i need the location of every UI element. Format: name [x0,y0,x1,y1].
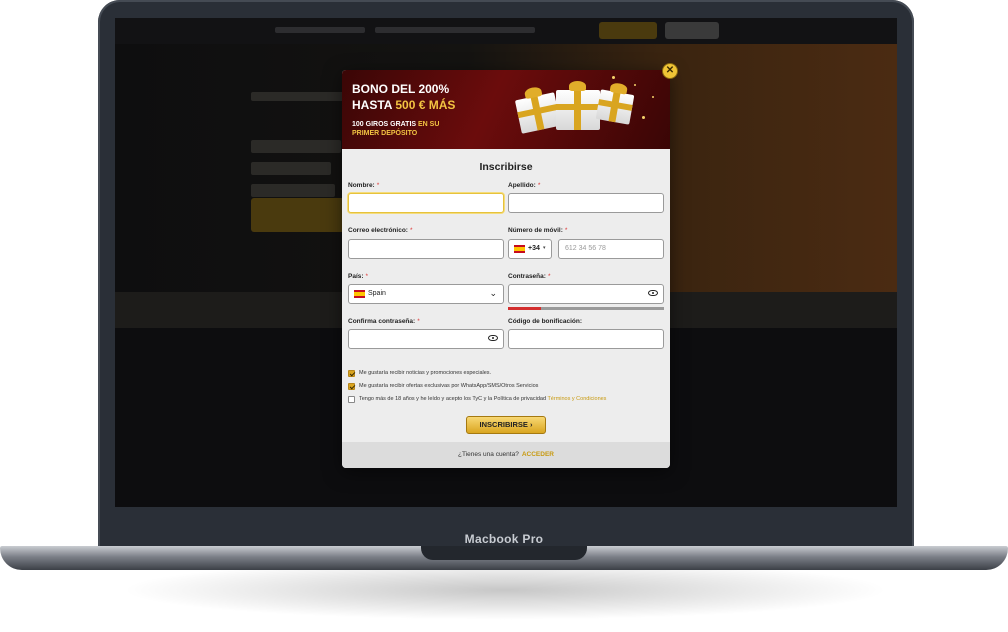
eye-icon[interactable] [648,290,658,296]
country-value: Spain [368,290,386,297]
spain-flag-icon [354,290,365,298]
terms-link[interactable]: Términos y Condiciones [547,396,606,402]
terms-text: Tengo más de 18 años y he leído y acepto… [359,396,548,402]
device-label: Macbook Pro [464,532,544,546]
promo-line-2: HASTA 500 € MÁS [352,98,455,112]
confirm-password-input[interactable] [348,329,504,349]
signup-modal: BONO DEL 200% HASTA 500 € MÁS 100 GIROS … [342,63,678,468]
bonus-code-label: Código de bonificación: [508,318,583,325]
newsletter-checkbox[interactable] [348,370,355,377]
confirm-password-label: Confirma contraseña: * [348,318,420,325]
nombre-label-text: Nombre: [348,182,375,189]
country-code-value: +34 [528,245,540,252]
password-strength-fill [508,307,541,310]
apellido-label-text: Apellido: [508,182,536,189]
whatsapp-offers-checkbox-label: Me gustaría recibir ofertas exclusivas p… [359,383,539,389]
have-account-text: ¿Tienes una cuenta? [458,451,519,458]
hero-text-placeholder [251,92,351,101]
form-title: Inscribirse [479,161,533,173]
apellido-input[interactable] [508,193,664,213]
promo-line-2-prefix: HASTA [352,98,396,112]
login-footer: ¿Tienes una cuenta? ACCEDER [342,442,670,468]
promo-banner: BONO DEL 200% HASTA 500 € MÁS 100 GIROS … [342,70,670,149]
required-mark: * [564,227,568,234]
submit-label: INSCRIBIRSE [479,420,528,429]
country-label: País: * [348,273,368,280]
email-label-text: Correo electrónico: [348,227,408,234]
password-strength-bar [508,307,664,310]
chevron-down-icon: ▾ [543,245,546,251]
promo-line-4: PRIMER DEPÓSITO [352,130,418,137]
login-link[interactable]: ACCEDER [522,451,554,458]
hero-text-placeholder [251,162,331,175]
sparkle-icon [652,96,654,98]
nombre-label: Nombre: * [348,182,379,189]
email-label: Correo electrónico: * [348,227,413,234]
mobile-label-text: Número de móvil: [508,227,563,234]
sparkle-icon [642,116,645,119]
nav-button-placeholder [665,22,719,39]
bonus-code-input[interactable] [508,329,664,349]
password-label: Contraseña: * [508,273,550,280]
required-mark: * [417,318,420,325]
chevron-right-icon: › [529,420,533,429]
promo-line-1: BONO DEL 200% [352,82,450,96]
promo-line-3: 100 GIROS GRATIS EN SU [352,121,439,128]
country-label-text: País: [348,273,364,280]
phone-input[interactable]: 612 34 56 78 [558,239,664,259]
required-mark: * [547,273,551,280]
close-icon[interactable]: ✕ [662,63,678,79]
gift-icon [595,81,635,125]
newsletter-checkbox-label: Me gustaría recibir noticias y promocion… [359,370,492,376]
signup-submit-button[interactable]: INSCRIBIRSE › [466,416,546,434]
required-mark: * [537,182,541,189]
promo-line-3-prefix: 100 GIROS GRATIS [352,121,418,128]
country-code-select[interactable]: +34 ▾ [508,239,552,259]
eye-icon[interactable] [488,335,498,341]
sparkle-icon [634,84,636,86]
spain-flag-icon [514,245,525,253]
confirm-password-label-text: Confirma contraseña: [348,318,416,325]
required-mark: * [376,182,380,189]
mobile-label: Número de móvil: * [508,227,567,234]
gift-icon [556,81,600,130]
site-nav-background [115,18,897,44]
nombre-input[interactable] [348,193,504,213]
chevron-down-icon: ⌄ [489,288,497,298]
phone-placeholder: 612 34 56 78 [565,245,606,252]
hero-text-placeholder [251,184,335,197]
email-input[interactable] [348,239,504,259]
sparkle-icon [612,76,615,79]
terms-checkbox[interactable] [348,396,355,403]
password-label-text: Contraseña: [508,273,546,280]
promo-line-2-amount: 500 € MÁS [395,98,456,112]
whatsapp-offers-checkbox[interactable] [348,383,355,390]
laptop-notch [421,546,587,560]
required-mark: * [365,273,369,280]
nav-logo-placeholder [275,27,365,33]
required-mark: * [409,227,413,234]
country-select[interactable]: Spain ⌄ [348,284,504,304]
gift-icon [514,85,562,134]
hero-text-placeholder [251,140,341,153]
nav-links-placeholder [375,27,535,33]
password-input[interactable] [508,284,664,304]
nav-button-placeholder [599,22,657,39]
terms-checkbox-label: Tengo más de 18 años y he leído y acepto… [359,396,606,402]
apellido-label: Apellido: * [508,182,540,189]
promo-line-3-highlight: EN SU [418,121,440,128]
